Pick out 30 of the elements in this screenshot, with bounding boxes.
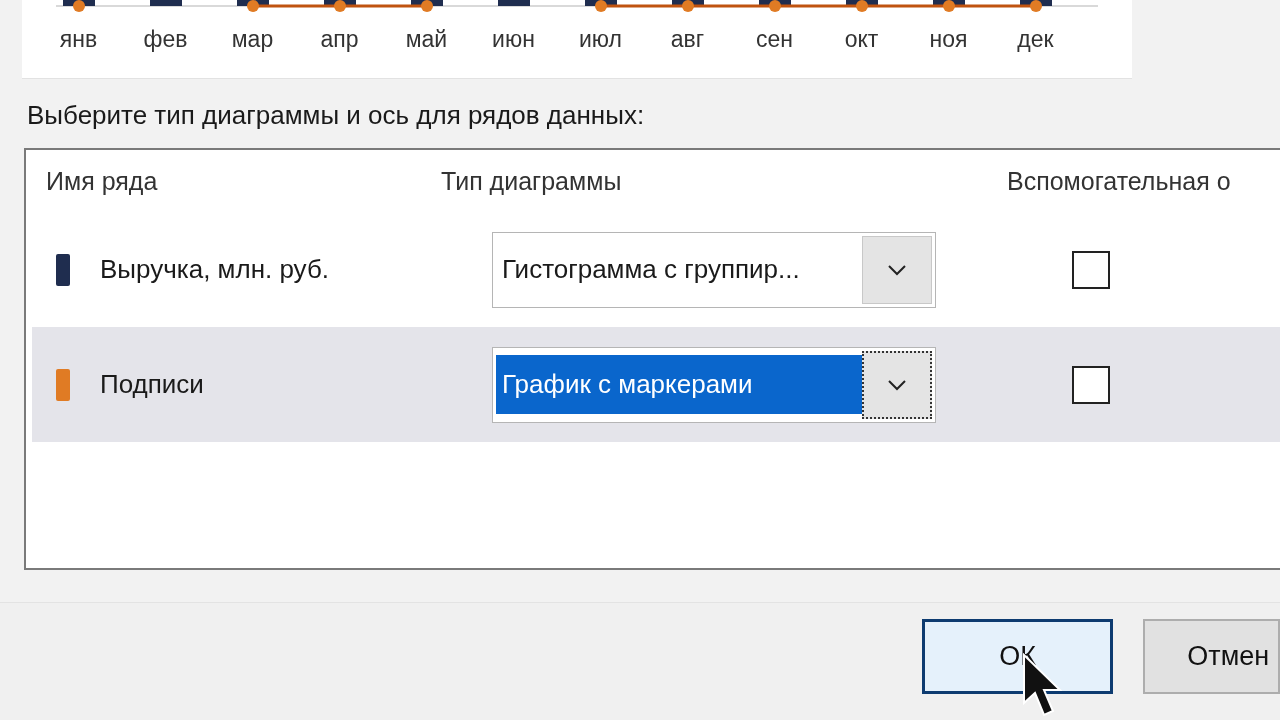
month-label: авг	[669, 26, 706, 53]
month-label: окт	[843, 26, 880, 53]
series-row[interactable]: Подписи График с маркерами	[32, 327, 1280, 442]
chart-type-dropdown[interactable]: Гистограмма с группир...	[492, 231, 936, 308]
series-name: Подписи	[100, 369, 204, 400]
month-label: ноя	[928, 26, 969, 53]
month-label: дек	[1016, 26, 1055, 53]
column-header: Тип диаграммы	[441, 166, 623, 196]
series-name: Выручка, млн. руб.	[100, 254, 330, 285]
chevron-down-icon	[886, 263, 908, 276]
chart-type-value: График с маркерами	[496, 355, 862, 414]
month-label: май	[404, 26, 449, 53]
series-row[interactable]: Выручка, млн. руб. Гистограмма с группир...	[32, 212, 1280, 327]
chart-type-dropdown[interactable]: График с маркерами	[492, 346, 936, 423]
prompt-text: Выберите тип диаграммы и ось для рядов данных:	[27, 100, 646, 132]
month-label: сен	[755, 26, 794, 53]
month-label: июл	[578, 26, 623, 53]
column-header: Имя ряда	[45, 166, 159, 196]
column-header: Вспомогательная о	[1007, 166, 1231, 196]
dropdown-button[interactable]	[862, 350, 932, 419]
month-label: мар	[230, 26, 275, 53]
dialog-button[interactable]: Отмен	[1143, 619, 1280, 694]
month-label: фев	[142, 26, 189, 53]
month-label: янв	[58, 26, 99, 53]
secondary-axis-checkbox[interactable]	[1072, 365, 1110, 404]
chevron-down-icon	[886, 378, 908, 391]
month-label: июн	[491, 26, 536, 53]
secondary-axis-checkbox[interactable]	[1072, 250, 1110, 289]
chart-type-value: Гистограмма с группир...	[501, 253, 801, 286]
month-label: апр	[319, 26, 360, 53]
